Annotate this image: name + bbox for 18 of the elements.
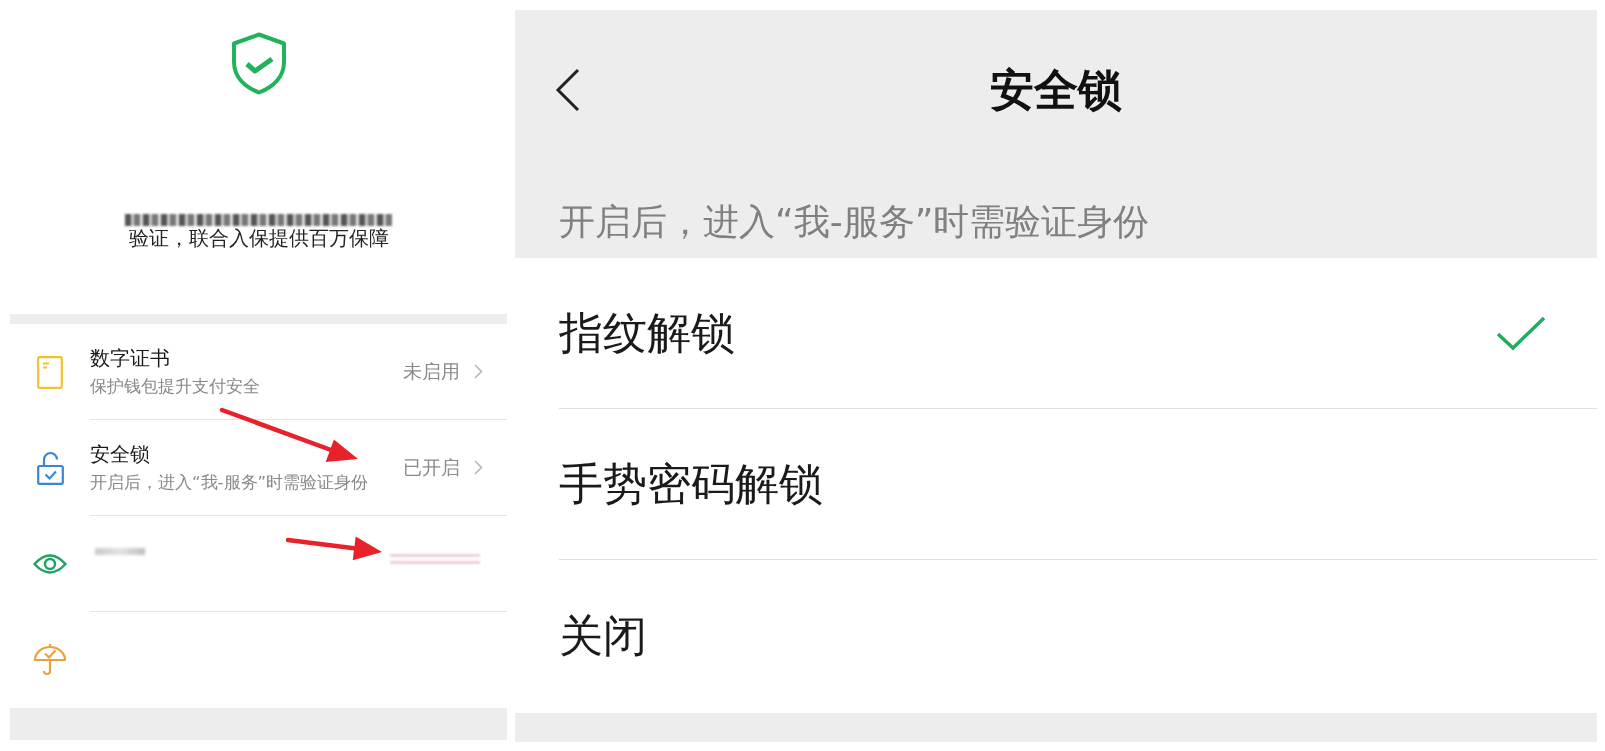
chevron-icon [474, 364, 483, 379]
document-icon [37, 355, 63, 389]
padlock-check-icon [36, 451, 64, 485]
item-title: 数字证书 [90, 345, 170, 371]
back-button[interactable] [555, 68, 580, 112]
item-title: 安全锁 [90, 441, 150, 467]
item-status: 已开启 [403, 454, 460, 480]
item-description: 保护钱包提升支付安全 [90, 376, 260, 398]
item-status: 未启用 [403, 358, 460, 384]
banner-text: 验证，联合入保提供百万保障 [128, 226, 389, 250]
chevron-icon [474, 460, 483, 475]
umbrella-check-icon [33, 643, 67, 677]
item-description: 开启后，进入“我-服务”时需验证身份 [90, 472, 369, 494]
back-icon [555, 68, 580, 112]
hint-text: 开启后，进入“我-服务”时需验证身份 [558, 200, 1150, 241]
page-title: 安全锁 [990, 62, 1122, 117]
shield-check-icon [230, 32, 287, 95]
eye-icon [33, 552, 67, 576]
